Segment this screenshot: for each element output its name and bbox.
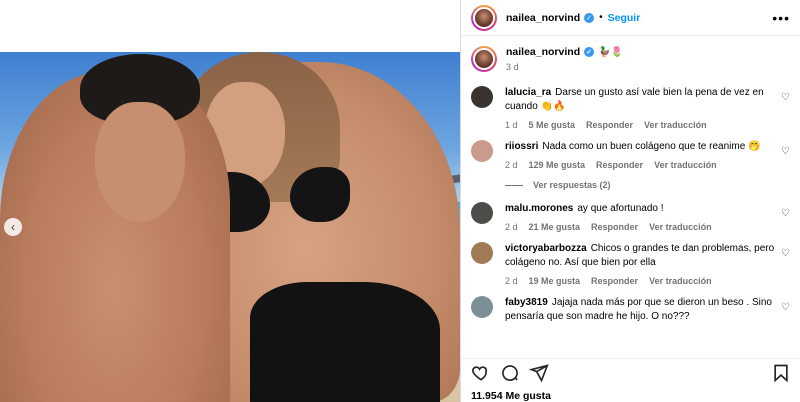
comment-time[interactable]: 2 d bbox=[505, 222, 518, 232]
header-separator: • bbox=[599, 12, 603, 23]
avatar[interactable] bbox=[471, 4, 497, 31]
bookmark-icon[interactable] bbox=[771, 363, 791, 383]
chevron-left-icon[interactable]: ‹ bbox=[4, 218, 22, 236]
verified-badge-icon: ✓ bbox=[584, 47, 595, 57]
heart-icon[interactable]: ♡ bbox=[781, 92, 790, 103]
comment-avatar[interactable] bbox=[471, 242, 493, 264]
heart-icon[interactable]: ♡ bbox=[781, 248, 790, 259]
man-face bbox=[95, 102, 185, 222]
post-media-panel: ‹ bbox=[0, 0, 460, 402]
comment-time[interactable]: 2 d bbox=[505, 276, 518, 286]
heart-icon[interactable] bbox=[471, 363, 491, 383]
comment-username[interactable]: riiossri bbox=[505, 141, 538, 152]
more-options-icon[interactable]: ••• bbox=[772, 10, 790, 26]
comment-item: riiossri Nada como un buen colágeno que t… bbox=[471, 140, 790, 170]
comment-item: malu.morones ay que afortunado ! 2 d 21 M… bbox=[471, 202, 790, 232]
caption-username[interactable]: nailea_norvind bbox=[506, 46, 580, 58]
view-replies-button[interactable]: Ver respuestas (2) bbox=[505, 180, 790, 190]
instagram-post-view: ‹ nailea_norvind ✓ • Seguir ••• nailea_n… bbox=[0, 0, 800, 402]
comment-item: victoryabarbozza Chicos o grandes te dan … bbox=[471, 242, 790, 286]
translate-button[interactable]: Ver traducción bbox=[654, 160, 717, 170]
comment-text: ay que afortunado ! bbox=[577, 203, 664, 214]
translate-button[interactable]: Ver traducción bbox=[644, 120, 707, 130]
translate-button[interactable]: Ver traducción bbox=[649, 222, 712, 232]
follow-button[interactable]: Seguir bbox=[608, 12, 641, 24]
caption-text: 🦆🌷 bbox=[598, 46, 624, 58]
reply-button[interactable]: Responder bbox=[586, 120, 633, 130]
comment-item: faby3819 Jajaja nada más por que se diero… bbox=[471, 296, 790, 324]
header-username[interactable]: nailea_norvind bbox=[506, 12, 580, 24]
comment-avatar[interactable] bbox=[471, 202, 493, 224]
likes-count[interactable]: 11.954 Me gusta bbox=[471, 390, 551, 402]
heart-icon[interactable]: ♡ bbox=[781, 146, 790, 157]
comment-avatar[interactable] bbox=[471, 86, 493, 108]
comment-avatar[interactable] bbox=[471, 140, 493, 162]
comment-text: Nada como un buen colágeno que te reanim… bbox=[542, 141, 761, 152]
bikini-bottom bbox=[250, 282, 440, 402]
comments-list: lalucia_ra Darse un gusto así vale bien l… bbox=[461, 86, 800, 324]
post-header: nailea_norvind ✓ • Seguir ••• bbox=[461, 0, 800, 36]
comment-likes[interactable]: 5 Me gusta bbox=[529, 120, 576, 130]
comment-time[interactable]: 1 d bbox=[505, 120, 518, 130]
verified-badge-icon: ✓ bbox=[584, 12, 595, 23]
post-actions-bar bbox=[461, 358, 800, 386]
reply-button[interactable]: Responder bbox=[591, 222, 638, 232]
bikini-top-right bbox=[290, 167, 350, 222]
caption-time[interactable]: 3 d bbox=[506, 62, 623, 72]
translate-button[interactable]: Ver traducción bbox=[649, 276, 712, 286]
reply-button[interactable]: Responder bbox=[591, 276, 638, 286]
comment-username[interactable]: malu.morones bbox=[505, 203, 573, 214]
comment-icon[interactable] bbox=[500, 363, 520, 383]
comment-username[interactable]: lalucia_ra bbox=[505, 87, 551, 98]
comment-username[interactable]: faby3819 bbox=[505, 297, 548, 308]
heart-icon[interactable]: ♡ bbox=[781, 302, 790, 313]
post-side-panel: nailea_norvind ✓ • Seguir ••• nailea_nor… bbox=[460, 0, 800, 402]
comment-likes[interactable]: 129 Me gusta bbox=[529, 160, 586, 170]
comment-likes[interactable]: 19 Me gusta bbox=[529, 276, 581, 286]
comment-avatar[interactable] bbox=[471, 296, 493, 318]
share-icon[interactable] bbox=[529, 363, 549, 383]
reply-button[interactable]: Responder bbox=[596, 160, 643, 170]
heart-icon[interactable]: ♡ bbox=[781, 208, 790, 219]
comment-username[interactable]: victoryabarbozza bbox=[505, 243, 587, 254]
comment-item: lalucia_ra Darse un gusto así vale bien l… bbox=[471, 86, 790, 130]
post-photo[interactable] bbox=[0, 52, 460, 402]
view-replies-label[interactable]: Ver respuestas (2) bbox=[533, 180, 611, 190]
replies-divider bbox=[505, 184, 523, 186]
comment-time[interactable]: 2 d bbox=[505, 160, 518, 170]
comment-likes[interactable]: 21 Me gusta bbox=[529, 222, 581, 232]
caption-avatar[interactable] bbox=[471, 46, 497, 72]
post-caption: nailea_norvind ✓ 🦆🌷 3 d bbox=[461, 36, 800, 72]
